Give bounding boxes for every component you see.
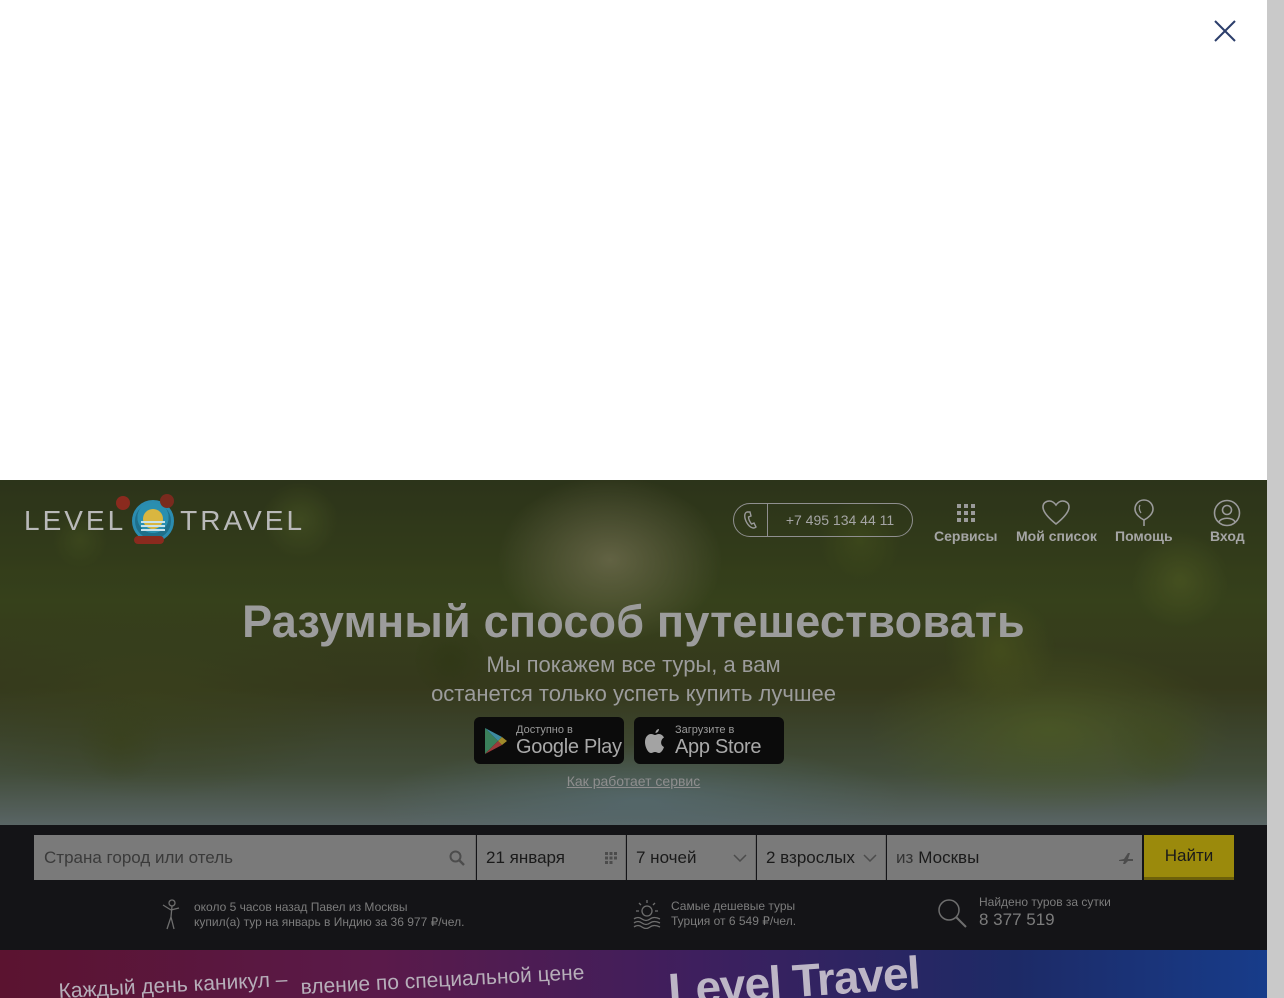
phone-icon bbox=[734, 504, 768, 536]
close-icon bbox=[1214, 20, 1236, 42]
hero-subtitle-line2: останется только успеть купить лучшее bbox=[431, 681, 836, 706]
logo-decoration bbox=[116, 496, 130, 510]
tours-found-count: 8 377 519 bbox=[979, 910, 1055, 929]
destination-input[interactable]: Страна город или отель bbox=[34, 835, 476, 880]
cheapest-tours-info: Самые дешевые туры Турция от 6 549 ₽/чел… bbox=[633, 899, 796, 929]
nav-login-label: Вход bbox=[1210, 528, 1245, 544]
tours-found-info: Найдено туров за сутки 8 377 519 bbox=[937, 895, 1111, 930]
guests-value: 2 взрослых bbox=[766, 847, 855, 867]
scrollbar-thumb[interactable] bbox=[1267, 0, 1284, 998]
departure-city-select[interactable]: из Москвы bbox=[887, 835, 1142, 880]
nights-select[interactable]: 7 ночей bbox=[627, 835, 756, 880]
nav-help-label: Помощь bbox=[1115, 528, 1173, 544]
guests-select[interactable]: 2 взрослых bbox=[757, 835, 886, 880]
nav-my-list-label: Мой список bbox=[1016, 528, 1097, 544]
user-icon bbox=[1213, 498, 1241, 528]
app-store-button[interactable]: Загрузите в App Store bbox=[634, 717, 784, 764]
logo-decoration bbox=[134, 536, 164, 544]
search-icon bbox=[449, 850, 465, 866]
cheapest-tours-value: Турция от 6 549 ₽/чел. bbox=[671, 914, 797, 928]
magnifier-icon bbox=[937, 898, 967, 928]
nav-services[interactable]: Сервисы bbox=[934, 498, 997, 544]
search-submit-button[interactable]: Найти bbox=[1144, 835, 1234, 880]
sun-sea-icon bbox=[633, 899, 661, 929]
modal-panel bbox=[0, 0, 1267, 480]
date-value: 21 января bbox=[486, 847, 565, 867]
promo-banner[interactable]: Каждый день каникул – вление по специаль… bbox=[0, 950, 1267, 998]
hero-title: Разумный способ путешествовать bbox=[242, 596, 1025, 647]
nav-my-list[interactable]: Мой список bbox=[1016, 498, 1097, 544]
logo[interactable]: LEVEL TRAVEL bbox=[24, 494, 306, 544]
tours-found-label: Найдено туров за сутки bbox=[979, 895, 1111, 909]
logo-text-right: TRAVEL bbox=[180, 505, 306, 536]
from-city-value: Москвы bbox=[918, 847, 980, 867]
google-play-small-label: Доступно в bbox=[516, 723, 573, 736]
app-store-big-label: App Store bbox=[675, 735, 762, 758]
hero-section: LEVEL TRAVEL +7 495 134 44 11 Сервисы Мо… bbox=[0, 480, 1267, 825]
heart-icon bbox=[1042, 498, 1071, 528]
phone-button[interactable]: +7 495 134 44 11 bbox=[733, 503, 913, 537]
nav-help[interactable]: Помощь bbox=[1115, 498, 1173, 544]
logo-decoration bbox=[160, 494, 174, 508]
hero-subtitle-line1: Мы покажем все туры, а вам bbox=[486, 652, 781, 677]
close-button[interactable] bbox=[1208, 14, 1242, 48]
how-it-works-link[interactable]: Как работает сервис bbox=[0, 773, 1267, 789]
google-play-button[interactable]: Доступно в Google Play bbox=[474, 717, 624, 764]
logo-text-left: LEVEL bbox=[24, 505, 127, 536]
promo-text-line2: вление по специальной цене bbox=[300, 961, 585, 998]
recent-purchase-info: около 5 часов назад Павел из Москвы купи… bbox=[160, 899, 464, 931]
promo-text-line1: Каждый день каникул – bbox=[58, 968, 288, 998]
nights-value: 7 ночей bbox=[636, 847, 697, 867]
recent-purchase-line2: купил(а) тур на январь в Индию за 36 977… bbox=[194, 915, 465, 929]
nav-services-label: Сервисы bbox=[934, 528, 998, 544]
google-play-big-label: Google Play bbox=[516, 735, 622, 758]
app-store-small-label: Загрузите в bbox=[675, 723, 735, 736]
search-panel: Страна город или отель 21 января 7 ночей bbox=[0, 825, 1267, 950]
google-play-icon bbox=[484, 727, 508, 755]
nav-login[interactable]: Вход bbox=[1210, 498, 1245, 544]
plane-icon bbox=[1118, 851, 1134, 865]
chevron-down-icon bbox=[733, 853, 747, 862]
person-icon bbox=[160, 899, 182, 931]
scrollbar[interactable] bbox=[1267, 0, 1284, 998]
promo-brand: Level Travel bbox=[666, 950, 921, 998]
grid-icon bbox=[955, 498, 977, 528]
destination-placeholder: Страна город или отель bbox=[44, 847, 233, 867]
calendar-icon bbox=[605, 851, 617, 864]
from-prefix: из bbox=[896, 847, 914, 867]
cheapest-tours-label: Самые дешевые туры bbox=[671, 899, 796, 913]
recent-purchase-line1: около 5 часов назад Павел из Москвы bbox=[194, 900, 408, 914]
balloon-icon bbox=[1133, 498, 1155, 528]
date-picker[interactable]: 21 января bbox=[477, 835, 626, 880]
phone-number: +7 495 134 44 11 bbox=[785, 512, 895, 528]
chevron-down-icon bbox=[863, 853, 877, 862]
page: LEVEL TRAVEL +7 495 134 44 11 Сервисы Мо… bbox=[0, 0, 1284, 998]
apple-icon bbox=[644, 728, 666, 754]
